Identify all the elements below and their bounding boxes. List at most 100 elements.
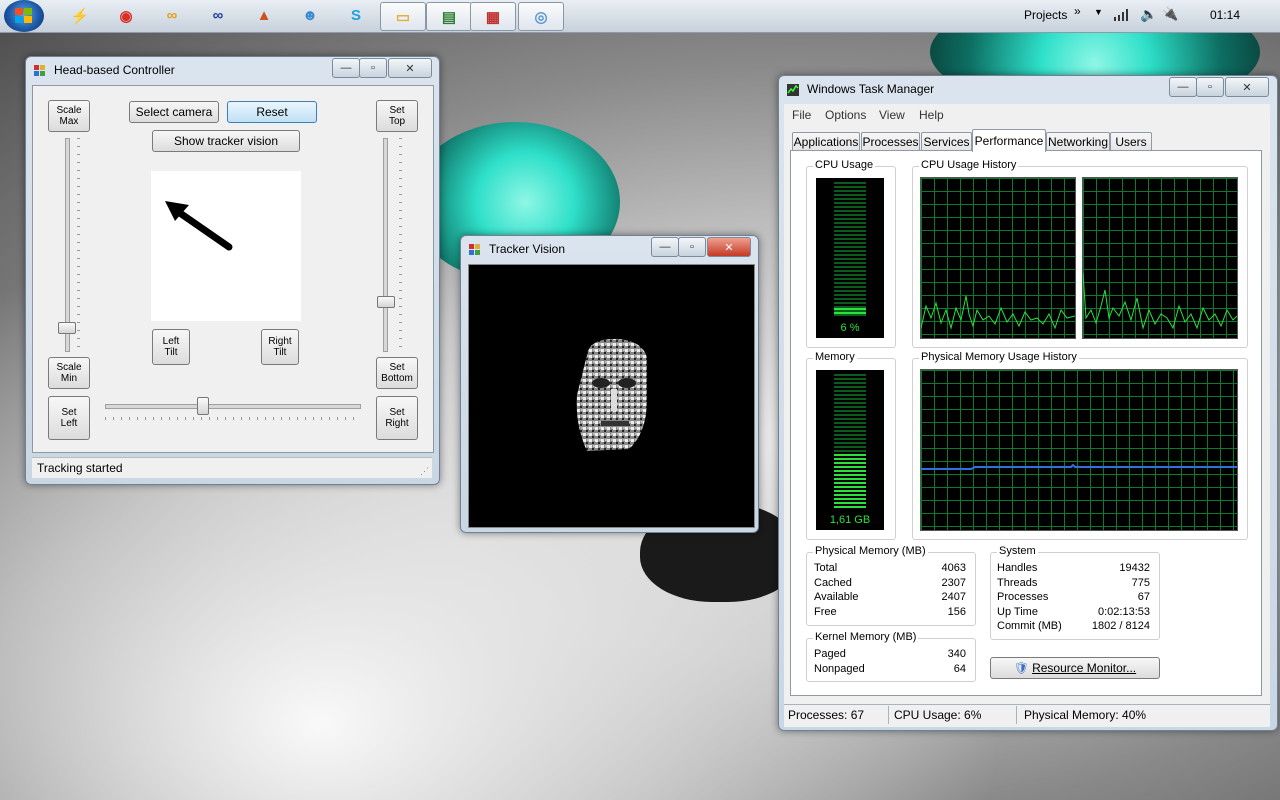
system-row: Processes 67 — [997, 591, 1150, 606]
tab-services[interactable]: Services — [921, 132, 972, 151]
taskbar-button-people[interactable]: ☻ — [288, 2, 332, 29]
resource-monitor-label: Resource Monitor... — [1032, 660, 1137, 675]
scale-slider-track[interactable] — [65, 138, 70, 352]
physical-memory-label: Total — [814, 562, 838, 574]
horizontal-position-track[interactable] — [105, 404, 361, 409]
task-manager-icon: ▤ — [441, 8, 457, 26]
system-value: 0:02:13:53 — [1098, 605, 1150, 618]
set-left-button[interactable]: Set Left — [48, 396, 90, 440]
physical-memory-value: 156 — [947, 605, 966, 618]
cpu-history-label: CPU Usage History — [919, 159, 1019, 171]
taskbar-button-folder[interactable]: ▭ — [380, 2, 426, 31]
select-camera-button[interactable]: Select camera — [129, 101, 219, 123]
taskbar-button-lightning[interactable]: ⚡ — [58, 2, 102, 29]
system-row: Commit (MB) 1802 / 8124 — [997, 620, 1150, 635]
tab-performance[interactable]: Performance — [972, 129, 1046, 152]
scale-max-button[interactable]: Scale Max — [48, 100, 90, 132]
window-title: Windows Task Manager — [807, 82, 935, 96]
status-cpu-text: CPU Usage: 6% — [894, 708, 982, 722]
vertical-position-ticks — [399, 138, 402, 350]
status-memory-text: Physical Memory: 40% — [1024, 708, 1147, 722]
left-tilt-button[interactable]: Left Tilt — [152, 329, 190, 365]
show-tracker-vision-button[interactable]: Show tracker vision — [152, 130, 300, 152]
system-row: Up Time 0:02:13:53 — [997, 606, 1150, 621]
scale-slider-ticks — [77, 138, 80, 350]
taskbar-button-paint[interactable]: ◎ — [518, 2, 564, 31]
close-button[interactable]: ✕ — [707, 237, 751, 257]
taskbar-button-app-window[interactable]: ▦ — [470, 2, 516, 31]
controller-client: Scale Max Select camera Reset Show track… — [32, 85, 434, 453]
close-button[interactable]: ✕ — [1225, 77, 1269, 97]
taskbar: ⚡ ◉ ∞ ∞ ▲ ☻ S ▭ ▤ ▦ ◎ Projects » ▼ 🔈 🔌 01:14 — [0, 0, 1280, 33]
lightning-icon: ⚡ — [70, 7, 90, 25]
kernel-memory-title: Kernel Memory (MB) — [813, 631, 919, 643]
skype-icon: S — [350, 7, 361, 24]
system-row: Handles 19432 — [997, 562, 1150, 577]
physical-memory-row: Total 4063 — [814, 562, 966, 577]
tracked-face-image — [576, 339, 647, 451]
taskbar-button-skype[interactable]: S — [334, 2, 378, 29]
resource-monitor-button[interactable]: 🛡 Resource Monitor... — [990, 657, 1160, 679]
taskbar-button-rings[interactable]: ∞ — [150, 2, 194, 29]
right-tilt-button[interactable]: Right Tilt — [261, 329, 299, 365]
physical-memory-row: Cached 2307 — [814, 577, 966, 592]
set-bottom-button[interactable]: Set Bottom — [376, 357, 418, 389]
tab-users[interactable]: Users — [1110, 132, 1152, 151]
physical-memory-value: 2307 — [941, 576, 966, 589]
taskbar-button-infinity[interactable]: ∞ — [196, 2, 240, 29]
taskbar-button-task-manager[interactable]: ▤ — [426, 2, 472, 31]
memory-meter: 1,61 GB — [816, 370, 884, 530]
system-value: 775 — [1131, 576, 1150, 589]
set-right-button[interactable]: Set Right — [376, 396, 418, 440]
tracker-video-feed — [468, 264, 755, 528]
tab-networking[interactable]: Networking — [1046, 132, 1110, 151]
memory-meter-fill — [834, 454, 866, 508]
taskbar-button-chrome[interactable]: ◉ — [104, 2, 148, 29]
reset-button[interactable]: Reset — [227, 101, 317, 123]
kernel-memory-label: Nonpaged — [814, 663, 865, 675]
windows-logo-icon — [15, 8, 32, 23]
memory-history-label: Physical Memory Usage History — [919, 351, 1079, 363]
kernel-memory-value: 340 — [947, 648, 966, 660]
rings-icon: ∞ — [166, 7, 178, 24]
toolbar-label[interactable]: Projects — [1024, 8, 1067, 22]
menu-file[interactable]: File — [792, 108, 811, 122]
scale-slider-thumb[interactable] — [58, 322, 76, 334]
vertical-position-track[interactable] — [383, 138, 388, 352]
resize-grip-icon[interactable]: ⋰ — [420, 466, 429, 477]
physical-memory-value: 4063 — [941, 562, 966, 574]
horizontal-position-thumb[interactable] — [197, 397, 209, 415]
scale-min-button[interactable]: Scale Min — [48, 357, 90, 389]
vertical-position-thumb[interactable] — [377, 296, 395, 308]
set-top-button[interactable]: Set Top — [376, 100, 418, 132]
usb-icon[interactable]: 🔌 — [1162, 6, 1178, 22]
app-window-icon — [469, 244, 480, 255]
menu-help[interactable]: Help — [919, 108, 944, 122]
kernel-memory-row: Paged 340 — [814, 648, 966, 663]
maximize-button[interactable]: ▫ — [359, 58, 387, 78]
system-value: 19432 — [1119, 562, 1150, 574]
cpu-history-graph-core1 — [920, 177, 1076, 339]
tray-expand-icon[interactable]: ▼ — [1094, 7, 1103, 17]
window-title: Tracker Vision — [489, 242, 566, 256]
maximize-button[interactable]: ▫ — [678, 237, 706, 257]
toolbar-chevron-icon[interactable]: » — [1074, 4, 1081, 18]
minimize-button[interactable]: — — [332, 58, 360, 78]
tracker-vision-window: Tracker Vision — ▫ ✕ — [460, 235, 759, 533]
cpu-usage-label: CPU Usage — [813, 159, 876, 171]
taskbar-button-matlab[interactable]: ▲ — [242, 2, 286, 29]
menu-view[interactable]: View — [879, 108, 905, 122]
volume-icon[interactable]: 🔈 — [1140, 6, 1157, 23]
minimize-button[interactable]: — — [1169, 77, 1197, 97]
maximize-button[interactable]: ▫ — [1196, 77, 1224, 97]
clock[interactable]: 01:14 — [1210, 8, 1240, 22]
tab-applications[interactable]: Applications — [792, 132, 860, 151]
tab-processes[interactable]: Processes — [861, 132, 920, 151]
close-button[interactable]: ✕ — [388, 58, 432, 78]
minimize-button[interactable]: — — [651, 237, 679, 257]
network-signal-icon[interactable] — [1114, 9, 1130, 24]
status-cpu: CPU Usage: 6% — [894, 706, 1017, 724]
system-label: Processes — [997, 591, 1049, 603]
menu-options[interactable]: Options — [825, 108, 866, 122]
start-button[interactable] — [4, 0, 44, 32]
